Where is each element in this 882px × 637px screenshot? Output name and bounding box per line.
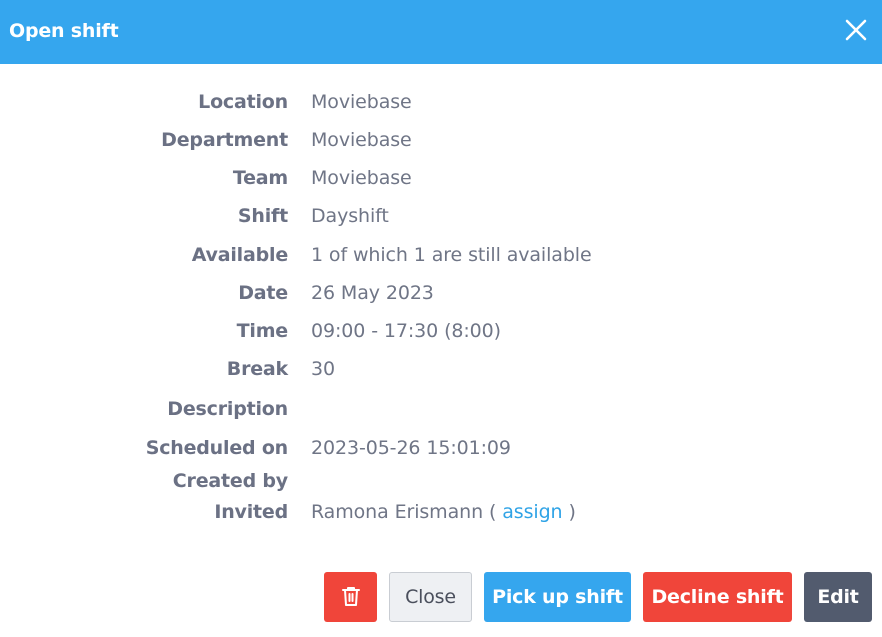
- description-label: Description: [167, 398, 288, 420]
- detail-row-shift: Shift Dayshift: [0, 204, 882, 228]
- shift-label: Shift: [237, 205, 288, 227]
- location-value: Moviebase: [311, 91, 412, 113]
- team-value: Moviebase: [311, 167, 412, 189]
- scheduled-on-label: Scheduled on: [145, 437, 288, 459]
- created-by-label: Created by: [172, 470, 288, 492]
- time-value: 09:00 - 17:30 (8:00): [311, 320, 501, 342]
- detail-row-scheduled-on: Scheduled on 2023-05-26 15:01:09: [0, 436, 882, 460]
- invited-name: Ramona Erismann: [311, 501, 484, 523]
- detail-row-date: Date 26 May 2023: [0, 281, 882, 305]
- modal-header: Open shift: [0, 0, 882, 64]
- delete-button[interactable]: [324, 572, 377, 622]
- available-label: Available: [191, 244, 288, 266]
- close-button[interactable]: Close: [389, 572, 472, 622]
- detail-row-location: Location Moviebase: [0, 90, 882, 114]
- break-value: 30: [311, 358, 335, 380]
- detail-row-available: Available 1 of which 1 are still availab…: [0, 243, 882, 267]
- department-label: Department: [161, 129, 288, 151]
- open-shift-modal: Open shift Location Moviebase Department…: [0, 0, 882, 637]
- scheduled-on-value: 2023-05-26 15:01:09: [311, 437, 511, 459]
- paren-open: (: [488, 501, 497, 523]
- break-label: Break: [226, 358, 288, 380]
- decline-shift-button[interactable]: Decline shift: [643, 572, 792, 622]
- department-value: Moviebase: [311, 129, 412, 151]
- detail-row-created-by: Created by: [0, 469, 882, 493]
- modal-title: Open shift: [9, 20, 119, 42]
- available-value: 1 of which 1 are still available: [311, 244, 592, 266]
- detail-row-invited: Invited Ramona Erismann ( assign ): [0, 500, 882, 524]
- paren-close: ): [568, 501, 576, 523]
- trash-icon: [324, 586, 377, 608]
- edit-button[interactable]: Edit: [804, 572, 872, 622]
- location-label: Location: [198, 91, 288, 113]
- detail-row-time: Time 09:00 - 17:30 (8:00): [0, 319, 882, 343]
- invited-label: Invited: [214, 501, 288, 523]
- team-label: Team: [232, 167, 288, 189]
- detail-row-description: Description: [0, 397, 882, 421]
- pick-up-shift-button[interactable]: Pick up shift: [484, 572, 631, 622]
- assign-link[interactable]: assign: [502, 501, 562, 523]
- shift-value: Dayshift: [311, 205, 389, 227]
- date-label: Date: [238, 282, 288, 304]
- time-label: Time: [236, 320, 289, 342]
- close-icon[interactable]: [842, 16, 870, 44]
- date-value: 26 May 2023: [311, 282, 434, 304]
- detail-row-break: Break 30: [0, 357, 882, 381]
- invited-value: Ramona Erismann ( assign ): [311, 500, 576, 524]
- detail-row-team: Team Moviebase: [0, 166, 882, 190]
- detail-row-department: Department Moviebase: [0, 128, 882, 152]
